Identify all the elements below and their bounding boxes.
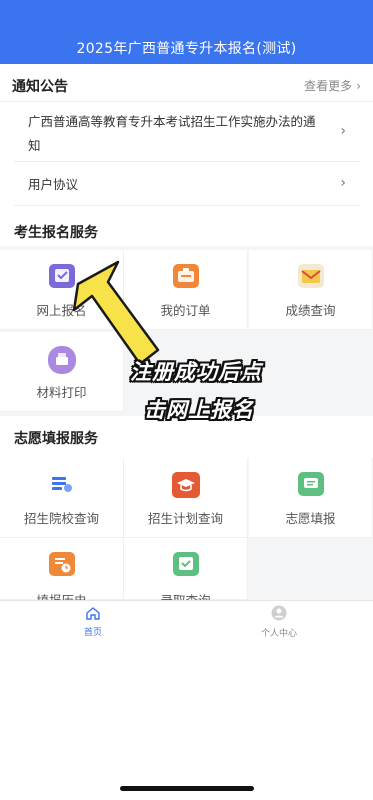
home-indicator[interactable]	[120, 786, 254, 791]
tab-home[interactable]: 首页	[53, 605, 133, 638]
tab-label: 个人中心	[260, 629, 297, 639]
profile-icon	[271, 605, 287, 621]
bottom-tabbar: 首页 个人中心	[0, 600, 373, 644]
callout-text-line2: 击网上报名	[144, 398, 254, 422]
tab-label: 首页	[83, 628, 102, 638]
home-icon	[86, 607, 100, 620]
tab-profile[interactable]: 个人中心	[239, 605, 319, 639]
callout-text-line1: 注册成功后点	[130, 360, 262, 384]
